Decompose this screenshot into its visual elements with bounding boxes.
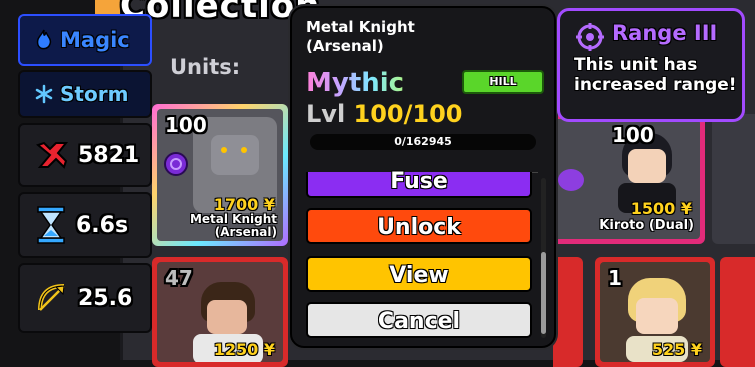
unit-name: Metal Knight (Arsenal): [189, 212, 277, 239]
popup-unit-name: Metal Knight (Arsenal): [306, 18, 415, 55]
unit-card-lvl1[interactable]: 1 525 ¥: [595, 257, 715, 367]
unit-price: 1500 ¥: [630, 199, 692, 218]
popup-level-prefix: Lvl: [306, 100, 346, 128]
trait-tooltip: Range III This unit has increased range!: [557, 8, 745, 122]
stat-cooldown-value: 6.6s: [76, 212, 129, 238]
stat-cooldown: 6.6s: [18, 192, 152, 258]
unlock-button[interactable]: Unlock: [306, 208, 532, 244]
kiroto-trait-icon: [558, 169, 584, 191]
trait-tag-storm: Storm: [18, 70, 152, 118]
damage-icon: [34, 137, 70, 173]
range-bow-icon: [34, 280, 70, 316]
mythic-trait-icon: [163, 151, 189, 181]
units-label: Units:: [170, 55, 241, 79]
stat-range: 25.6: [18, 263, 152, 333]
unit-level: 100: [612, 123, 654, 147]
unit-card-kiroto[interactable]: 100 1500 ¥ Kiroto (Dual): [535, 114, 705, 244]
fuse-button[interactable]: Fuse: [306, 171, 532, 198]
tooltip-title: Range III: [612, 21, 718, 45]
hourglass-icon: [36, 206, 66, 244]
unit-level: 47: [165, 266, 193, 290]
unit-price: 1250 ¥: [213, 340, 275, 359]
popup-level-value: 100/100: [353, 100, 463, 128]
stat-damage-value: 5821: [78, 142, 140, 168]
popup-xp-text: 0/162945: [394, 135, 452, 148]
unit-card-metal-knight[interactable]: 100 1700 ¥ Metal Knight (Arsenal): [152, 104, 288, 246]
popup-scrollbar-thumb[interactable]: [541, 252, 546, 334]
stat-damage: 5821: [18, 123, 152, 187]
trait-tag-label: Storm: [60, 82, 129, 106]
element-tag-label: Magic: [60, 28, 130, 52]
stat-range-value: 25.6: [78, 285, 133, 311]
card-lvl1-right-strip: [720, 257, 755, 367]
storm-snowflake-icon: [34, 84, 54, 104]
range-trait-icon: [576, 23, 604, 55]
unit-detail-popup: Metal Knight (Arsenal) Mythic HILL Lvl 1…: [290, 6, 556, 348]
kiroto-card-right-strip: [712, 114, 755, 244]
unit-name: Kiroto (Dual): [599, 218, 694, 233]
unit-level: 100: [165, 113, 207, 137]
cancel-button[interactable]: Cancel: [306, 302, 532, 338]
popup-status-badge: HILL: [462, 70, 544, 94]
popup-xp-bar: 0/162945: [310, 134, 536, 150]
magic-flame-icon: [32, 28, 56, 52]
popup-level-line: Lvl 100/100: [306, 100, 463, 128]
tooltip-description: This unit has increased range!: [574, 55, 737, 95]
element-tag-magic: Magic: [18, 14, 152, 66]
view-button[interactable]: View: [306, 256, 532, 292]
unit-price: 525 ¥: [651, 340, 702, 359]
popup-rarity: Mythic: [306, 68, 405, 98]
card-behind-popup-strip: [553, 257, 583, 367]
unit-level: 1: [608, 266, 622, 290]
unit-card-lvl47[interactable]: 47 1250 ¥: [152, 257, 288, 367]
